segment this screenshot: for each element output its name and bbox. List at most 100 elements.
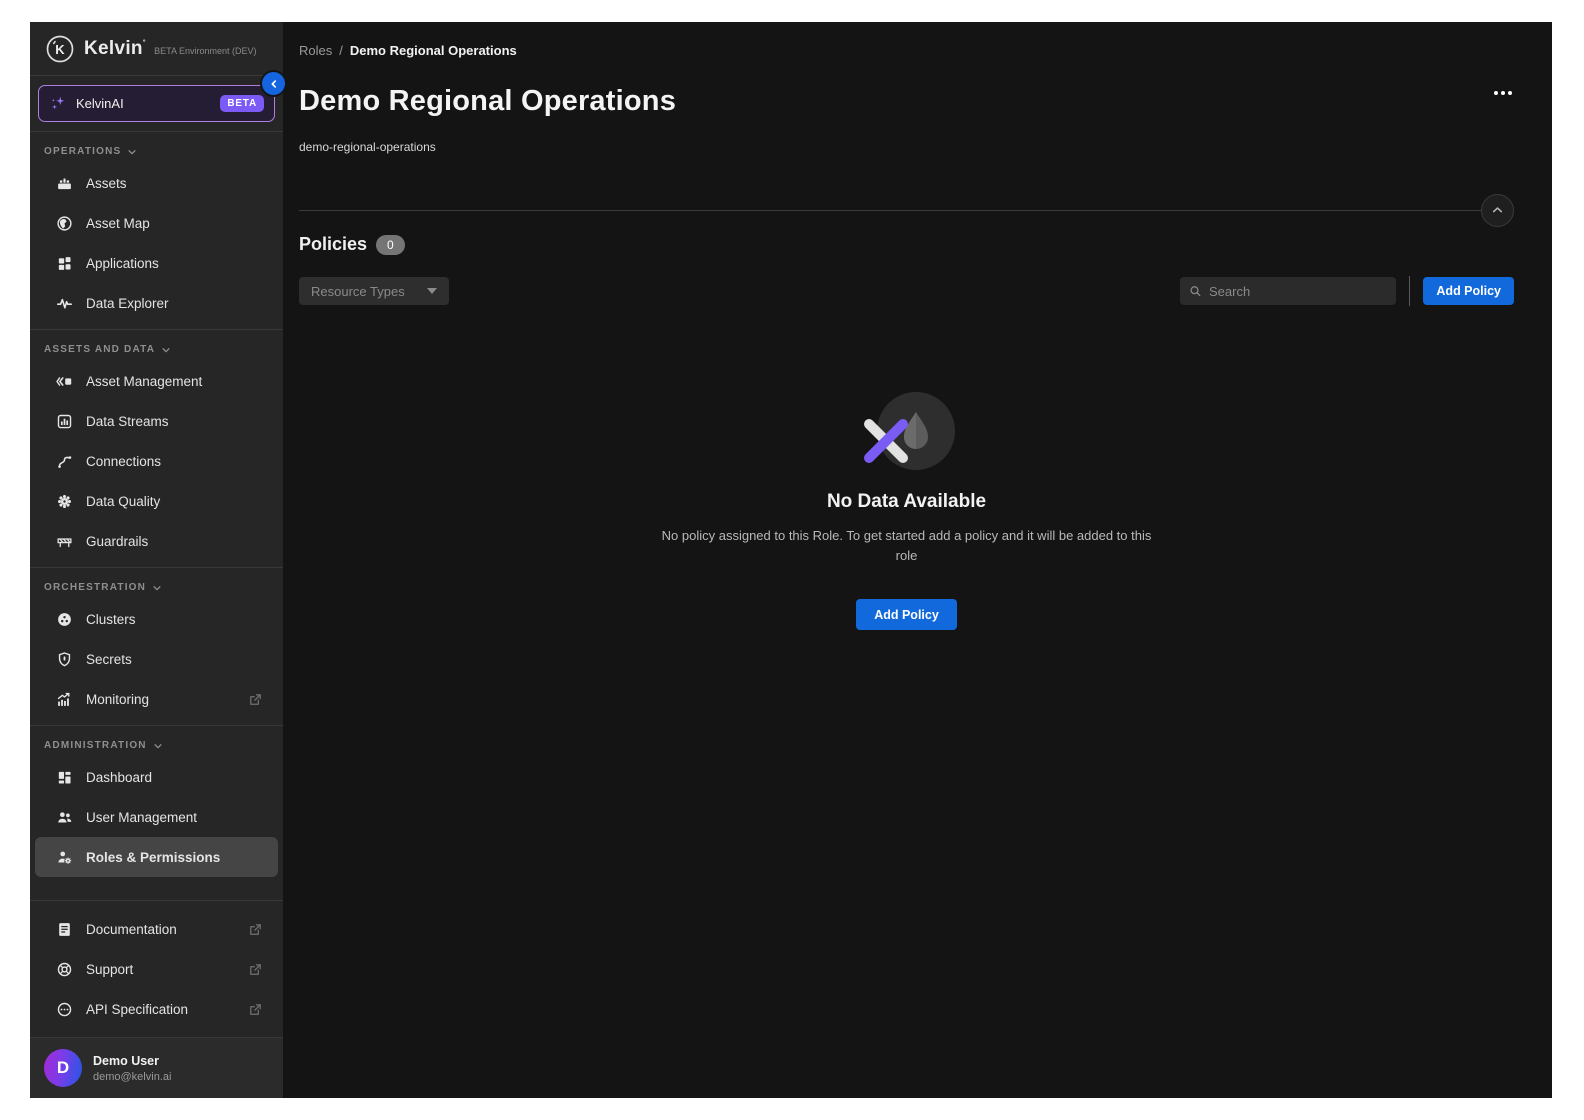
brand-header: K Kelvin˚ BETA Environment (DEV) bbox=[30, 22, 283, 76]
header-divider bbox=[299, 193, 1514, 227]
breadcrumb: Roles / Demo Regional Operations bbox=[299, 43, 1514, 58]
sidebar-item-kelvinai[interactable]: KelvinAI BETA bbox=[38, 85, 275, 122]
sidebar-item-api-specification[interactable]: API Specification bbox=[35, 989, 278, 1029]
resource-types-label: Resource Types bbox=[311, 284, 405, 299]
policies-toolbar: Resource Types Add Policy bbox=[299, 276, 1514, 306]
section-administration: ADMINISTRATION Dashboard User Management… bbox=[30, 725, 283, 883]
sidebar-item-label: Secrets bbox=[86, 652, 264, 667]
route-icon bbox=[55, 453, 73, 470]
factory-icon bbox=[55, 175, 73, 192]
sidebar-item-documentation[interactable]: Documentation bbox=[35, 909, 278, 949]
sidebar-item-label: Data Explorer bbox=[86, 296, 264, 311]
chevron-down-icon bbox=[153, 741, 163, 751]
sidebar-item-guardrails[interactable]: Guardrails bbox=[35, 521, 278, 561]
section-header-operations[interactable]: OPERATIONS bbox=[30, 136, 283, 163]
breadcrumb-separator: / bbox=[339, 43, 343, 58]
section-label: OPERATIONS bbox=[44, 146, 121, 157]
search-icon bbox=[1189, 284, 1202, 298]
empty-state-add-policy-button[interactable]: Add Policy bbox=[856, 599, 957, 630]
external-link-icon bbox=[246, 922, 264, 937]
chevron-up-icon bbox=[1491, 204, 1504, 217]
user-name: Demo User bbox=[93, 1054, 171, 1068]
empty-state-title: No Data Available bbox=[827, 491, 986, 513]
empty-state-description: No policy assigned to this Role. To get … bbox=[657, 526, 1157, 565]
section-header-administration[interactable]: ADMINISTRATION bbox=[30, 730, 283, 757]
brand-name: Kelvin˚ bbox=[84, 38, 146, 60]
add-policy-button[interactable]: Add Policy bbox=[1423, 277, 1514, 305]
sidebar-item-label: Clusters bbox=[86, 612, 264, 627]
title-row: Demo Regional Operations bbox=[299, 85, 1514, 118]
sidebar-item-label: Support bbox=[86, 962, 233, 977]
sidebar-item-label: Monitoring bbox=[86, 692, 233, 707]
sidebar-item-user-management[interactable]: User Management bbox=[35, 797, 278, 837]
sidebar-item-assets[interactable]: Assets bbox=[35, 163, 278, 203]
app-grid-icon bbox=[55, 255, 73, 272]
api-icon bbox=[55, 1001, 73, 1018]
section-label: ASSETS AND DATA bbox=[44, 344, 155, 355]
role-slug: demo-regional-operations bbox=[299, 140, 1514, 154]
sidebar-item-roles-permissions[interactable]: Roles & Permissions bbox=[35, 837, 278, 877]
sparkles-icon bbox=[49, 95, 67, 112]
sidebar-item-clusters[interactable]: Clusters bbox=[35, 599, 278, 639]
sidebar-item-dashboard[interactable]: Dashboard bbox=[35, 757, 278, 797]
asset-management-icon bbox=[55, 373, 73, 390]
document-icon bbox=[55, 921, 73, 938]
collapse-section-button[interactable] bbox=[1481, 194, 1514, 227]
role-gear-icon bbox=[55, 849, 73, 866]
quality-seal-icon bbox=[55, 493, 73, 510]
sidebar-item-asset-management[interactable]: Asset Management bbox=[35, 361, 278, 401]
sidebar: K Kelvin˚ BETA Environment (DEV) KelvinA… bbox=[30, 22, 283, 1098]
kelvinai-wrap: KelvinAI BETA bbox=[30, 76, 283, 131]
section-operations: OPERATIONS Assets Asset Map Applications… bbox=[30, 131, 283, 329]
sidebar-item-applications[interactable]: Applications bbox=[35, 243, 278, 283]
sidebar-item-label: Data Quality bbox=[86, 494, 264, 509]
external-link-icon bbox=[246, 692, 264, 707]
external-links-group: Documentation Support API Specification bbox=[30, 900, 283, 1037]
avatar: D bbox=[44, 1049, 82, 1087]
policies-count-badge: 0 bbox=[376, 235, 405, 255]
sidebar-item-data-quality[interactable]: Data Quality bbox=[35, 481, 278, 521]
section-header-orchestration[interactable]: ORCHESTRATION bbox=[30, 572, 283, 599]
page-title: Demo Regional Operations bbox=[299, 85, 676, 118]
sidebar-item-asset-map[interactable]: Asset Map bbox=[35, 203, 278, 243]
sidebar-item-label: KelvinAI bbox=[76, 96, 211, 111]
sidebar-item-label: Roles & Permissions bbox=[86, 850, 264, 865]
kelvin-logo-icon: K bbox=[44, 33, 76, 65]
sidebar-item-label: Guardrails bbox=[86, 534, 264, 549]
search-box[interactable] bbox=[1180, 277, 1396, 305]
chevron-down-icon bbox=[152, 583, 162, 593]
app-window: K Kelvin˚ BETA Environment (DEV) KelvinA… bbox=[30, 22, 1552, 1098]
no-data-icon bbox=[859, 392, 955, 470]
divider-line bbox=[299, 210, 1483, 211]
breadcrumb-current: Demo Regional Operations bbox=[350, 43, 517, 58]
sidebar-item-data-explorer[interactable]: Data Explorer bbox=[35, 283, 278, 323]
section-orchestration: ORCHESTRATION Clusters Secrets Monitorin… bbox=[30, 567, 283, 725]
sidebar-item-label: Applications bbox=[86, 256, 264, 271]
breadcrumb-roles-link[interactable]: Roles bbox=[299, 43, 332, 58]
section-header-assets-and-data[interactable]: ASSETS AND DATA bbox=[30, 334, 283, 361]
waveform-icon bbox=[55, 295, 73, 312]
sidebar-item-monitoring[interactable]: Monitoring bbox=[35, 679, 278, 719]
section-assets-and-data: ASSETS AND DATA Asset Management Data St… bbox=[30, 329, 283, 567]
resource-types-dropdown[interactable]: Resource Types bbox=[299, 277, 449, 305]
sidebar-item-connections[interactable]: Connections bbox=[35, 441, 278, 481]
monitoring-icon bbox=[55, 691, 73, 708]
chevron-left-icon bbox=[269, 79, 279, 89]
sidebar-item-label: Documentation bbox=[86, 922, 233, 937]
guardrail-icon bbox=[55, 533, 73, 550]
svg-text:K: K bbox=[55, 42, 65, 57]
external-link-icon bbox=[246, 1002, 264, 1017]
sidebar-collapse-button[interactable] bbox=[262, 72, 285, 95]
sidebar-item-support[interactable]: Support bbox=[35, 949, 278, 989]
sidebar-item-data-streams[interactable]: Data Streams bbox=[35, 401, 278, 441]
sidebar-item-label: Asset Management bbox=[86, 374, 264, 389]
lifebuoy-icon bbox=[55, 961, 73, 978]
sidebar-item-label: Asset Map bbox=[86, 216, 264, 231]
beta-badge: BETA bbox=[220, 95, 264, 112]
user-profile[interactable]: D Demo User demo@kelvin.ai bbox=[30, 1037, 283, 1098]
sidebar-item-label: Dashboard bbox=[86, 770, 264, 785]
users-icon bbox=[55, 809, 73, 826]
search-input[interactable] bbox=[1209, 284, 1387, 299]
more-options-button[interactable] bbox=[1492, 85, 1514, 101]
sidebar-item-secrets[interactable]: Secrets bbox=[35, 639, 278, 679]
